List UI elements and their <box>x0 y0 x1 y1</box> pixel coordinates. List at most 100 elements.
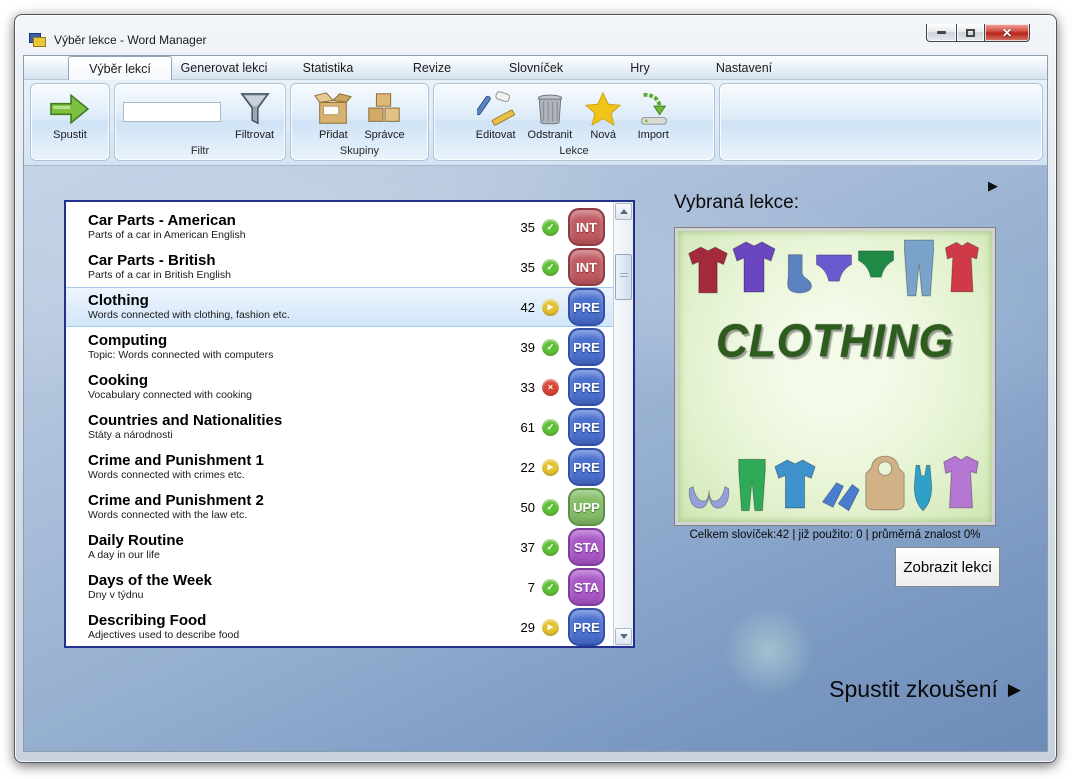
hoodie-icon <box>862 452 908 514</box>
filtrovat-button[interactable]: Filtrovat <box>229 88 280 143</box>
scroll-up-button[interactable] <box>615 203 632 220</box>
lesson-row[interactable]: Crime and Punishment 2 Words connected w… <box>66 487 613 527</box>
lesson-description: Topic: Words connected with computers <box>88 349 509 362</box>
import-button[interactable]: Import <box>628 88 678 143</box>
pridat-label: Přidat <box>319 129 348 141</box>
lesson-title: Cooking <box>88 372 509 389</box>
zobrazit-lekci-button[interactable]: Zobrazit lekci <box>895 547 1000 587</box>
title-bar: Výběr lekce - Word Manager <box>23 15 1048 55</box>
tab-revize[interactable]: Revize <box>380 56 484 79</box>
spustit-zkouseni-label: Spustit zkoušení <box>829 676 998 703</box>
lesson-word-count: 29 <box>509 620 535 635</box>
spustit-zkouseni-button[interactable]: Spustit zkoušení ▶ <box>829 676 1021 703</box>
group-label-lekce: Lekce <box>434 145 714 160</box>
editovat-button[interactable]: Editovat <box>470 88 522 143</box>
lesson-title: Countries and Nationalities <box>88 412 509 429</box>
lesson-text: Days of the Week Dny v týdnu <box>88 572 509 602</box>
lesson-description: Parts of a car in British English <box>88 269 509 282</box>
lesson-text: Clothing Words connected with clothing, … <box>88 292 509 322</box>
scrollbar-thumb[interactable] <box>615 254 632 300</box>
spravce-button[interactable]: Správce <box>358 88 410 143</box>
tab-slovnicek[interactable]: Slovníček <box>484 56 588 79</box>
lesson-row[interactable]: Cooking Vocabulary connected with cookin… <box>66 367 613 407</box>
lesson-row[interactable]: Countries and Nationalities Státy a náro… <box>66 407 613 447</box>
level-badge: PRE <box>568 448 605 486</box>
lesson-word-count: 61 <box>509 420 535 435</box>
lesson-status-icon: × <box>542 379 559 396</box>
tab-hry[interactable]: Hry <box>588 56 692 79</box>
main-area: ▶ Car Parts - American Parts of a car in… <box>24 166 1047 752</box>
nova-label: Nová <box>590 129 616 141</box>
lesson-word-count: 22 <box>509 460 535 475</box>
arrow-up-icon <box>620 209 628 214</box>
odstranit-button[interactable]: Odstranit <box>522 88 579 143</box>
tab-bar: Výběr lekcí Generovat lekci Statistika R… <box>24 56 1047 80</box>
window-content: Výběr lekcí Generovat lekci Statistika R… <box>23 55 1048 752</box>
lesson-rows: Car Parts - American Parts of a car in A… <box>66 202 613 646</box>
lesson-row[interactable]: Crime and Punishment 1 Words connected w… <box>66 447 613 487</box>
lesson-title: Car Parts - American <box>88 212 509 229</box>
odstranit-label: Odstranit <box>528 129 573 141</box>
lesson-text: Daily Routine A day in our life <box>88 532 509 562</box>
blue-shirt-icon <box>772 454 818 514</box>
background-glow <box>724 606 814 696</box>
lesson-row[interactable]: Clothing Words connected with clothing, … <box>66 287 613 327</box>
lesson-row[interactable]: Describing Food Adjectives used to descr… <box>66 607 613 646</box>
app-icon <box>29 33 47 48</box>
level-badge: PRE <box>568 288 605 326</box>
lesson-description: Parts of a car in American English <box>88 229 509 242</box>
filtrovat-label: Filtrovat <box>235 129 274 141</box>
close-button[interactable]: ✕ <box>984 24 1030 42</box>
nova-button[interactable]: Nová <box>578 88 628 143</box>
toolbar: Spustit Filtrovat Filtr <box>24 80 1047 166</box>
lesson-word-count: 42 <box>509 300 535 315</box>
lesson-word-count: 33 <box>509 380 535 395</box>
list-scrollbar[interactable] <box>613 202 633 646</box>
lesson-row[interactable]: Daily Routine A day in our life 37 ✓ STA <box>66 527 613 567</box>
lesson-text: Describing Food Adjectives used to descr… <box>88 612 509 642</box>
maximize-button[interactable] <box>956 24 984 42</box>
toolbar-group-lekce: Editovat Odstranit N <box>433 83 715 161</box>
bathrobe-icon <box>938 452 984 514</box>
lesson-word-count: 35 <box>509 260 535 275</box>
lesson-status-icon: ▶ <box>542 459 559 476</box>
tab-statistika[interactable]: Statistika <box>276 56 380 79</box>
lesson-description: Adjectives used to describe food <box>88 629 509 642</box>
clothes-row-bottom <box>678 452 992 514</box>
briefs-icon <box>813 251 855 285</box>
level-badge: UPP <box>568 488 605 526</box>
trunks-icon <box>855 247 897 281</box>
toolbar-group-skupiny: Přidat Správce Skupiny <box>290 83 429 161</box>
window-title: Výběr lekce - Word Manager <box>54 33 207 47</box>
lesson-row[interactable]: Car Parts - British Parts of a car in Br… <box>66 247 613 287</box>
level-badge: STA <box>568 568 605 606</box>
lesson-title: Computing <box>88 332 509 349</box>
spustit-button[interactable]: Spustit <box>42 88 98 143</box>
minimize-button[interactable] <box>926 24 956 42</box>
lesson-description: A day in our life <box>88 549 509 562</box>
tab-generovat-lekci[interactable]: Generovat lekci <box>172 56 276 79</box>
striped-shirt-icon <box>686 241 730 299</box>
lesson-row[interactable]: Days of the Week Dny v týdnu 7 ✓ STA <box>66 567 613 607</box>
lesson-image-frame: CLOTHING <box>674 227 996 526</box>
editovat-label: Editovat <box>476 129 516 141</box>
selected-lesson-heading: Vybraná lekce: <box>674 192 799 214</box>
lesson-status-icon: ✓ <box>542 579 559 596</box>
collapse-panel-arrow[interactable]: ▶ <box>988 178 998 194</box>
lesson-row[interactable]: Car Parts - American Parts of a car in A… <box>66 207 613 247</box>
level-badge: PRE <box>568 328 605 366</box>
import-label: Import <box>638 129 669 141</box>
lesson-title: Clothing <box>88 292 509 309</box>
import-arrow-icon <box>634 90 672 128</box>
tab-nastaveni[interactable]: Nastavení <box>692 56 796 79</box>
lesson-description: Vocabulary connected with cooking <box>88 389 509 402</box>
level-badge: PRE <box>568 368 605 406</box>
lesson-row[interactable]: Computing Topic: Words connected with co… <box>66 327 613 367</box>
scroll-down-button[interactable] <box>615 628 632 645</box>
filter-input[interactable] <box>123 102 221 122</box>
lesson-list: Car Parts - American Parts of a car in A… <box>64 200 635 648</box>
tab-vyber-lekci[interactable]: Výběr lekcí <box>68 56 172 80</box>
lesson-image-title: CLOTHING <box>678 316 992 369</box>
pridat-button[interactable]: Přidat <box>308 88 358 143</box>
star-icon <box>584 90 622 128</box>
